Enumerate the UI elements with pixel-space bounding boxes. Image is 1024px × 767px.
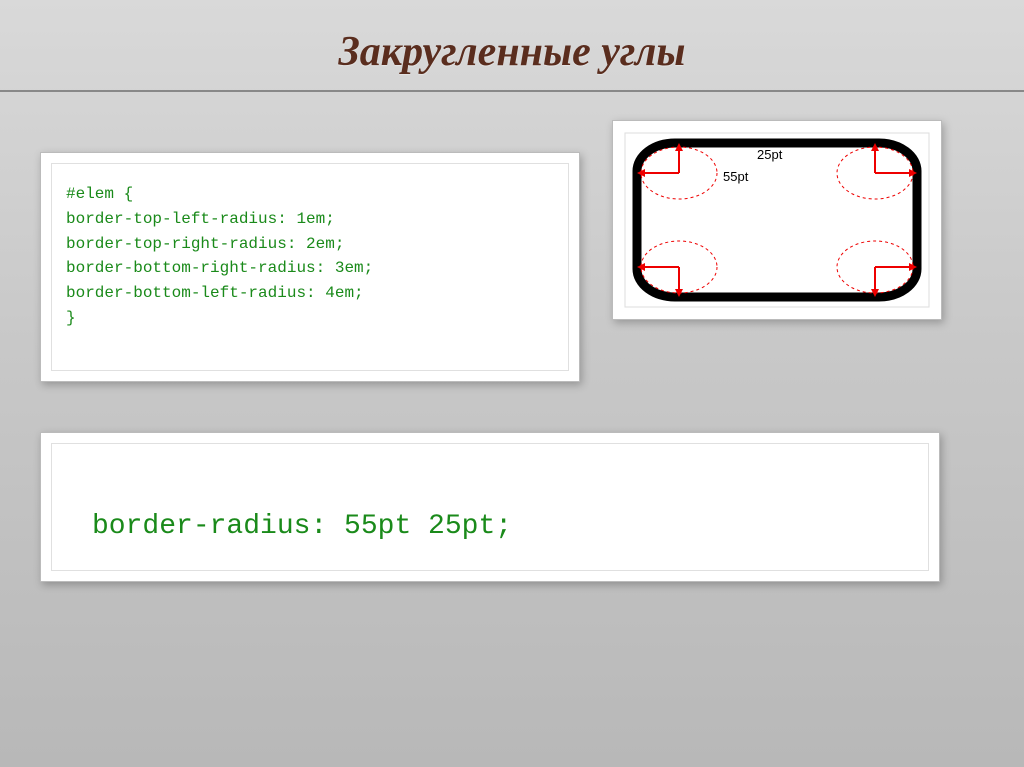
diagram-label-55pt: 55pt	[723, 169, 749, 184]
code-block: #elem { border-top-left-radius: 1em; bor…	[51, 163, 569, 371]
content-area: #elem { border-top-left-radius: 1em; bor…	[0, 92, 1024, 759]
code-line: #elem {	[66, 182, 554, 207]
code-line: border-top-right-radius: 2em;	[66, 232, 554, 257]
radius-diagram: 25pt 55pt	[623, 131, 931, 309]
code-line: border-bottom-left-radius: 4em;	[66, 281, 554, 306]
shorthand-code: border-radius: 55pt 25pt;	[51, 443, 929, 571]
code-line: border-top-left-radius: 1em;	[66, 207, 554, 232]
shorthand-panel: border-radius: 55pt 25pt;	[40, 432, 940, 582]
page-title: Закругленные углы	[0, 0, 1024, 90]
code-line: }	[66, 306, 554, 331]
slide: Закругленные углы #elem { border-top-lef…	[0, 0, 1024, 767]
radius-diagram-panel: 25pt 55pt	[612, 120, 942, 320]
shorthand-text: border-radius: 55pt 25pt;	[92, 511, 512, 542]
code-line: border-bottom-right-radius: 3em;	[66, 256, 554, 281]
diagram-label-25pt: 25pt	[757, 147, 783, 162]
code-block-panel: #elem { border-top-left-radius: 1em; bor…	[40, 152, 580, 382]
